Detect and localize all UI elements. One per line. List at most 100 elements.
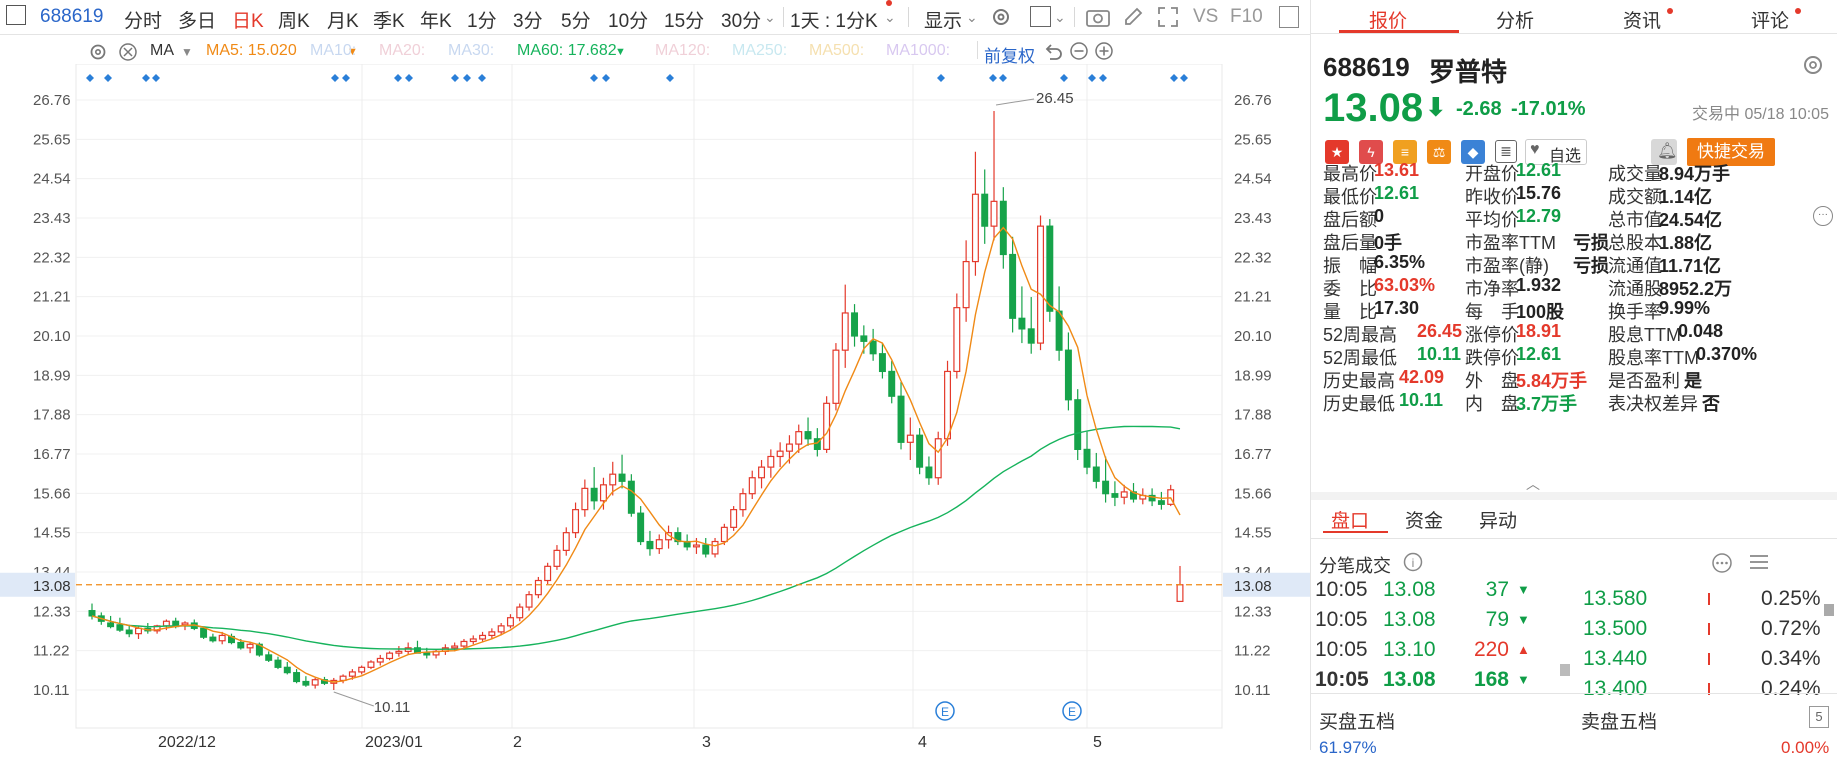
period-tab-8[interactable]: 1分 bbox=[467, 6, 497, 33]
candle-down[interactable] bbox=[1111, 493, 1119, 498]
period-tab-10[interactable]: 5分 bbox=[561, 6, 591, 33]
candle-down[interactable] bbox=[293, 672, 301, 683]
collapse-chevron-icon[interactable]: ︿ bbox=[1526, 474, 1540, 494]
period-more-chevron-icon[interactable]: ⌄ bbox=[764, 9, 776, 26]
candle-up[interactable] bbox=[162, 620, 170, 627]
candle-up[interactable] bbox=[544, 565, 552, 582]
candle-up[interactable] bbox=[395, 650, 403, 654]
candle-down[interactable] bbox=[265, 654, 273, 661]
candle-up[interactable] bbox=[655, 539, 663, 550]
candle-up[interactable] bbox=[562, 532, 570, 551]
candle-up[interactable] bbox=[572, 509, 580, 534]
candle-down[interactable] bbox=[283, 666, 291, 674]
event-diamond-icon[interactable] bbox=[1088, 74, 1096, 82]
candle-up[interactable] bbox=[748, 477, 756, 495]
candle-down[interactable] bbox=[88, 610, 96, 617]
ma250-value[interactable]: MA250: bbox=[732, 42, 787, 60]
panel-settings-icon[interactable] bbox=[1800, 52, 1826, 78]
ma-close-icon[interactable] bbox=[118, 42, 138, 62]
market-cap-more-icon[interactable]: ··· bbox=[1813, 206, 1833, 226]
candle-up[interactable] bbox=[525, 594, 533, 608]
candle-up[interactable] bbox=[785, 443, 793, 452]
candle-down[interactable] bbox=[107, 622, 115, 628]
candle-up[interactable] bbox=[934, 438, 942, 479]
candle-down[interactable] bbox=[1083, 448, 1091, 468]
candle-up[interactable] bbox=[376, 657, 384, 663]
tab-analysis[interactable]: 分析 bbox=[1496, 6, 1534, 33]
event-diamond-icon[interactable] bbox=[342, 74, 350, 82]
period-tab-3[interactable]: 日K bbox=[232, 6, 264, 33]
period-tab-9[interactable]: 3分 bbox=[513, 6, 543, 33]
candle-down[interactable] bbox=[618, 473, 626, 482]
period-tab-1[interactable]: 分时 bbox=[124, 6, 162, 33]
candle-down[interactable] bbox=[702, 544, 710, 555]
sidebar-toggle-icon[interactable] bbox=[6, 5, 26, 25]
candle-up[interactable] bbox=[534, 579, 542, 596]
candle-down[interactable] bbox=[200, 627, 208, 638]
event-diamond-icon[interactable] bbox=[666, 74, 674, 82]
period-tab-12[interactable]: 15分 bbox=[664, 6, 704, 33]
candle-up[interactable] bbox=[944, 370, 952, 440]
candle-up[interactable] bbox=[218, 634, 226, 642]
period-tab-4[interactable]: 周K bbox=[278, 6, 310, 33]
candle-down[interactable] bbox=[590, 487, 598, 502]
event-diamond-icon[interactable] bbox=[1180, 74, 1188, 82]
candle-down[interactable] bbox=[1055, 310, 1063, 351]
candle-down[interactable] bbox=[627, 480, 635, 514]
period-tab-2[interactable]: 多日 bbox=[178, 6, 216, 33]
candle-up[interactable] bbox=[246, 643, 254, 649]
undo-icon[interactable] bbox=[1043, 41, 1063, 61]
tab-comments[interactable]: 评论 bbox=[1751, 6, 1789, 33]
candle-down[interactable] bbox=[878, 353, 886, 373]
candle-down[interactable] bbox=[869, 340, 877, 355]
event-diamond-icon[interactable] bbox=[937, 74, 945, 82]
list-view-icon[interactable] bbox=[1747, 551, 1771, 573]
candle-down[interactable] bbox=[1046, 225, 1054, 312]
candle-up[interactable] bbox=[516, 606, 524, 619]
event-diamond-icon[interactable] bbox=[602, 74, 610, 82]
candle-down[interactable] bbox=[981, 193, 989, 227]
event-diamond-icon[interactable] bbox=[142, 74, 150, 82]
event-diamond-icon[interactable] bbox=[451, 74, 459, 82]
candle-up[interactable] bbox=[451, 645, 459, 649]
candle-up[interactable] bbox=[767, 455, 775, 468]
subtab-fund[interactable]: 资金 bbox=[1405, 506, 1443, 533]
f10-button[interactable]: F10 bbox=[1230, 6, 1263, 28]
candle-down[interactable] bbox=[1018, 317, 1026, 330]
candle-up[interactable] bbox=[181, 622, 189, 626]
scale-icon[interactable]: ⚖ bbox=[1427, 140, 1451, 164]
subtab-orderbook[interactable]: 盘口 bbox=[1331, 506, 1369, 533]
candle-down[interactable] bbox=[274, 659, 282, 668]
zoom-out-icon[interactable] bbox=[1069, 41, 1089, 61]
compare-vs-button[interactable]: VS bbox=[1193, 6, 1218, 28]
event-diamond-icon[interactable] bbox=[463, 74, 471, 82]
candle-up[interactable] bbox=[739, 493, 747, 511]
period-tab-5[interactable]: 月K bbox=[327, 6, 359, 33]
candle-up[interactable] bbox=[581, 487, 589, 511]
pencil-icon[interactable] bbox=[1122, 6, 1144, 28]
candle-up[interactable] bbox=[1037, 225, 1044, 344]
interval-select[interactable]: 1天 : 1分K bbox=[790, 6, 878, 33]
candle-up[interactable] bbox=[962, 260, 970, 309]
candle-up[interactable] bbox=[367, 661, 375, 668]
candle-up[interactable] bbox=[599, 484, 607, 502]
candle-down[interactable] bbox=[925, 466, 933, 479]
candle-down[interactable] bbox=[237, 641, 245, 649]
ma120-value[interactable]: MA120: bbox=[655, 42, 710, 60]
candle-up[interactable] bbox=[553, 549, 561, 567]
candle-up[interactable] bbox=[776, 450, 784, 458]
candle-up[interactable] bbox=[990, 200, 998, 227]
candle-down[interactable] bbox=[1009, 253, 1017, 319]
candle-down[interactable] bbox=[860, 335, 868, 342]
candle-down[interactable] bbox=[916, 434, 924, 468]
candle-up[interactable] bbox=[488, 631, 496, 637]
event-diamond-icon[interactable] bbox=[152, 74, 160, 82]
period-tab-7[interactable]: 年K bbox=[420, 6, 452, 33]
event-diamond-icon[interactable] bbox=[989, 74, 997, 82]
candle-down[interactable] bbox=[888, 370, 896, 397]
candle-up[interactable] bbox=[692, 544, 700, 548]
candle-up[interactable] bbox=[609, 473, 617, 486]
event-diamond-icon[interactable] bbox=[1060, 74, 1068, 82]
candle-up[interactable] bbox=[469, 638, 477, 643]
candle-down[interactable] bbox=[637, 512, 645, 543]
